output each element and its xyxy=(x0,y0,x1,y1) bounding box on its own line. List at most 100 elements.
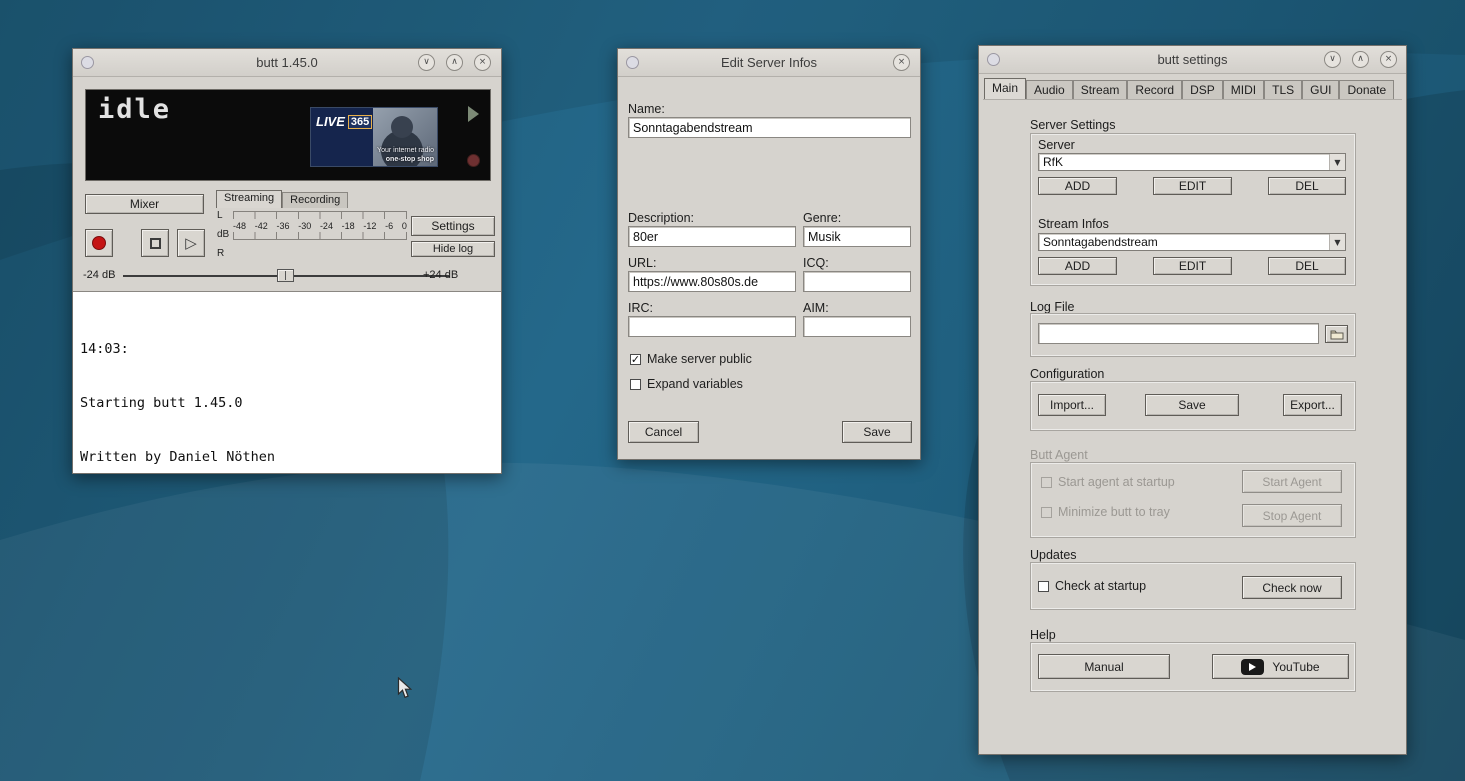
tab-donate[interactable]: Donate xyxy=(1339,80,1394,99)
tab-recording[interactable]: Recording xyxy=(282,192,348,208)
tab-main[interactable]: Main xyxy=(984,78,1026,99)
edit-dialog-titlebar[interactable]: Edit Server Infos × xyxy=(618,49,920,77)
banner-brand-text: LIVE xyxy=(316,114,345,129)
settings-window-titlebar[interactable]: butt settings ∨ ∧ × xyxy=(979,46,1406,74)
manual-button[interactable]: Manual xyxy=(1038,654,1170,679)
stream-del-button[interactable]: DEL xyxy=(1268,257,1346,275)
vu-meter-body: -48 -42 -36 -30 -24 -18 -12 -6 0 xyxy=(233,211,407,259)
description-label: Description: xyxy=(628,211,694,225)
hide-log-button-label: Hide log xyxy=(433,243,473,255)
tab-audio[interactable]: Audio xyxy=(1026,80,1073,99)
settings-button[interactable]: Settings xyxy=(411,216,495,236)
configuration-group-label: Configuration xyxy=(1030,367,1104,381)
stream-add-button[interactable]: ADD xyxy=(1038,257,1117,275)
folder-icon xyxy=(1330,329,1344,340)
status-display: idle LIVE 365 Your internet radio one-st… xyxy=(85,89,491,181)
main-window-title: butt 1.45.0 xyxy=(73,55,501,70)
stop-button[interactable] xyxy=(141,229,169,257)
url-field[interactable] xyxy=(628,271,796,292)
desktop: { "icons": { "chevron_down": "∨", "chevr… xyxy=(0,0,1465,781)
meter-scale: -48 -42 -36 -30 -24 -18 -12 -6 0 xyxy=(233,219,407,232)
banner-tagline2: one-stop shop xyxy=(386,156,434,163)
minimize-icon[interactable]: ∨ xyxy=(418,54,435,71)
genre-field[interactable] xyxy=(803,226,911,247)
live365-banner[interactable]: LIVE 365 Your internet radio one-stop sh… xyxy=(310,107,438,167)
server-del-button[interactable]: DEL xyxy=(1268,177,1346,195)
record-led-icon xyxy=(467,154,480,167)
save-config-button[interactable]: Save xyxy=(1145,394,1239,416)
icq-field[interactable] xyxy=(803,271,911,292)
import-button[interactable]: Import... xyxy=(1038,394,1106,416)
meter-left-label: L xyxy=(217,211,233,221)
stream-infos-select[interactable]: Sonntagabendstream ▼ xyxy=(1038,233,1346,251)
youtube-icon xyxy=(1241,659,1264,675)
server-edit-button[interactable]: EDIT xyxy=(1153,177,1232,195)
check-now-button[interactable]: Check now xyxy=(1242,576,1342,599)
record-icon xyxy=(92,236,106,250)
aim-field[interactable] xyxy=(803,316,911,337)
irc-field[interactable] xyxy=(628,316,796,337)
meter-tabs: Streaming Recording xyxy=(216,190,348,208)
log-line: 14:03: xyxy=(80,340,494,358)
mixer-button-label: Mixer xyxy=(130,197,159,211)
log-output[interactable]: 14:03: Starting butt 1.45.0 Written by D… xyxy=(73,291,501,473)
chevron-down-icon[interactable]: ▼ xyxy=(1329,234,1345,250)
tab-record[interactable]: Record xyxy=(1127,80,1182,99)
tab-tls[interactable]: TLS xyxy=(1264,80,1302,99)
name-field[interactable] xyxy=(628,117,911,138)
description-field[interactable] xyxy=(628,226,796,247)
stream-status-text: idle xyxy=(98,94,171,125)
aim-label: AIM: xyxy=(803,301,829,315)
close-icon[interactable]: × xyxy=(474,54,491,71)
server-settings-group-label: Server Settings xyxy=(1030,118,1115,132)
maximize-icon[interactable]: ∧ xyxy=(446,54,463,71)
main-window: butt 1.45.0 ∨ ∧ × idle LIVE 365 Your int… xyxy=(72,48,502,474)
url-label: URL: xyxy=(628,256,656,270)
mixer-button[interactable]: Mixer xyxy=(85,194,204,214)
youtube-button[interactable]: YouTube xyxy=(1212,654,1349,679)
check-at-startup-checkbox[interactable]: Check at startup xyxy=(1038,579,1146,593)
meter-bar-right-channel xyxy=(233,232,407,240)
banner-tagline: Your internet radio xyxy=(377,147,434,154)
record-button[interactable] xyxy=(85,229,113,257)
export-button[interactable]: Export... xyxy=(1283,394,1342,416)
settings-window: butt settings ∨ ∧ × Main Audio Stream Re… xyxy=(978,45,1407,755)
gain-slider-handle[interactable] xyxy=(277,269,294,282)
expand-variables-checkbox[interactable]: Expand variables xyxy=(630,377,743,391)
vu-meter: L dB R -48 -42 -36 -30 -24 -18 -12 -6 0 xyxy=(213,211,407,259)
log-file-path-field[interactable] xyxy=(1038,323,1319,344)
chevron-down-icon[interactable]: ▼ xyxy=(1329,154,1345,170)
main-window-titlebar[interactable]: butt 1.45.0 ∨ ∧ × xyxy=(73,49,501,77)
gain-max-label: +24 dB xyxy=(423,269,458,281)
tab-stream[interactable]: Stream xyxy=(1073,80,1128,99)
cancel-button[interactable]: Cancel xyxy=(628,421,699,443)
start-agent-at-startup-label: Start agent at startup xyxy=(1058,475,1175,489)
tab-streaming[interactable]: Streaming xyxy=(216,190,282,208)
display-play-icon xyxy=(468,106,479,122)
save-button[interactable]: Save xyxy=(842,421,912,443)
settings-button-label: Settings xyxy=(431,219,474,233)
browse-log-file-button[interactable] xyxy=(1325,325,1348,343)
close-icon[interactable]: × xyxy=(893,54,910,71)
stream-edit-button[interactable]: EDIT xyxy=(1153,257,1232,275)
make-server-public-label: Make server public xyxy=(647,352,752,366)
play-icon: ▷ xyxy=(185,236,197,251)
server-add-button[interactable]: ADD xyxy=(1038,177,1117,195)
make-server-public-checkbox[interactable]: ✓ Make server public xyxy=(630,352,752,366)
name-label: Name: xyxy=(628,102,665,116)
tab-gui[interactable]: GUI xyxy=(1302,80,1339,99)
server-select[interactable]: RfK ▼ xyxy=(1038,153,1346,171)
server-select-value: RfK xyxy=(1043,155,1063,169)
tab-dsp[interactable]: DSP xyxy=(1182,80,1223,99)
log-file-group-label: Log File xyxy=(1030,300,1074,314)
minimize-icon[interactable]: ∨ xyxy=(1324,51,1341,68)
tab-midi[interactable]: MIDI xyxy=(1223,80,1264,99)
log-line: Written by Daniel Nöthen xyxy=(80,448,494,466)
meter-bar-left-channel xyxy=(233,211,407,219)
close-icon[interactable]: × xyxy=(1380,51,1397,68)
play-button[interactable]: ▷ xyxy=(177,229,205,257)
cancel-button-label: Cancel xyxy=(645,425,682,439)
hide-log-button[interactable]: Hide log xyxy=(411,241,495,257)
youtube-button-label: YouTube xyxy=(1272,660,1319,674)
maximize-icon[interactable]: ∧ xyxy=(1352,51,1369,68)
